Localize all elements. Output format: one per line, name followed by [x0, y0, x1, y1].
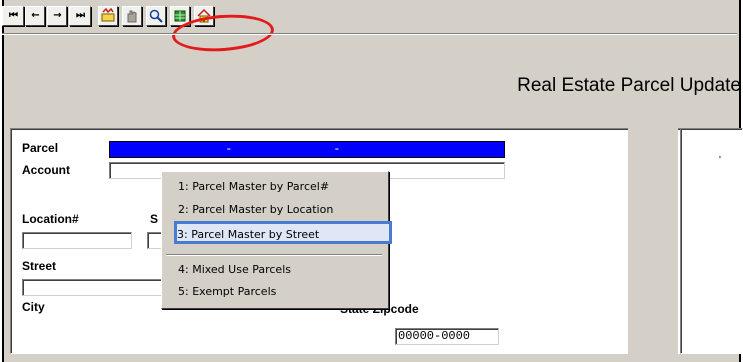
parcel-input[interactable]: - -	[109, 141, 505, 158]
parcel-label: Parcel	[22, 141, 59, 155]
next-record-icon: →	[53, 10, 61, 21]
menu-item-parcel-master-by-street[interactable]: 3: Parcel Master by Street	[177, 228, 319, 241]
previous-record-button[interactable]: ←	[25, 6, 45, 26]
right-panel: '	[680, 128, 743, 354]
next-record-button[interactable]: →	[47, 6, 67, 26]
menu-item-parcel-master-by-location[interactable]: 2: Parcel Master by Location	[178, 203, 333, 216]
hand-button[interactable]	[122, 6, 142, 26]
first-record-icon: ⏮	[9, 10, 18, 21]
page-title: Real Estate Parcel Update	[517, 75, 741, 96]
previous-record-icon: ←	[31, 10, 39, 21]
location-input[interactable]	[22, 232, 132, 249]
toolbar-divider	[2, 33, 737, 35]
panel-gap	[628, 128, 678, 354]
menu-item-mixed-use-parcels[interactable]: 4: Mixed Use Parcels	[178, 263, 291, 276]
update-icon	[101, 7, 115, 22]
home-icon	[197, 8, 211, 23]
menu-separator	[166, 254, 382, 256]
spreadsheet-button[interactable]	[170, 6, 190, 26]
first-record-button[interactable]: ⏮	[2, 6, 24, 26]
update-button[interactable]	[98, 6, 118, 26]
street-input[interactable]	[22, 279, 172, 296]
home-button[interactable]	[194, 6, 214, 26]
lookup-button[interactable]	[146, 6, 166, 26]
disabled-hand-icon	[127, 10, 137, 23]
last-record-button[interactable]: ⏭	[69, 6, 91, 26]
menu-item-parcel-master-by-parcel[interactable]: 1: Parcel Master by Parcel#	[178, 180, 329, 193]
magnifier-lookup-icon	[149, 9, 163, 23]
location-label: Location#	[22, 212, 79, 226]
right-panel-mark: '	[719, 155, 721, 166]
spreadsheet-icon	[174, 10, 186, 22]
last-record-icon: ⏭	[76, 10, 85, 21]
city-label: City	[22, 300, 45, 314]
zipcode-input[interactable]: 00000-0000	[395, 328, 499, 345]
street-label: Street	[22, 259, 57, 273]
s-label: S	[150, 212, 159, 226]
account-label: Account	[22, 163, 70, 177]
menu-item-exempt-parcels[interactable]: 5: Exempt Parcels	[178, 285, 276, 298]
